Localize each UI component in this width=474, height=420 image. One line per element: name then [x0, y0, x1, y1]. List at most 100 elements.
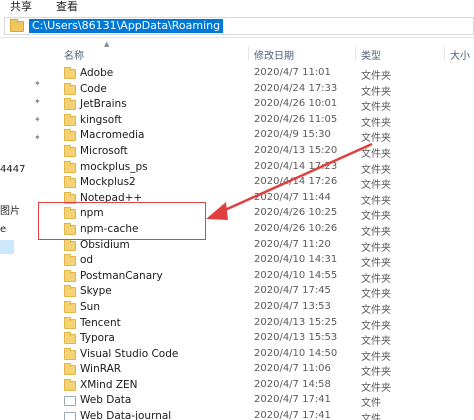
file-icon — [64, 412, 76, 420]
file-name: Web Data-journal — [80, 410, 172, 420]
folder-icon — [64, 269, 76, 282]
folder-icon — [64, 82, 76, 95]
file-row[interactable]: kingsoft 2020/4/26 11:05 文件夹 — [52, 113, 474, 129]
nav-item[interactable]: 4447 — [0, 164, 25, 175]
file-row[interactable]: XMind ZEN 2020/4/7 14:58 文件夹 — [52, 378, 474, 394]
nav-item[interactable]: 图片 — [0, 202, 20, 217]
folder-icon — [64, 98, 76, 111]
pin-icon[interactable]: ✦ — [34, 80, 42, 88]
column-separator[interactable] — [248, 46, 249, 60]
file-row[interactable]: WinRAR 2020/4/7 11:06 文件夹 — [52, 362, 474, 378]
file-type: 文件夹 — [361, 117, 391, 129]
nav-item-selected[interactable] — [0, 240, 14, 254]
folder-icon — [64, 332, 76, 345]
address-bar: C:\Users\86131\AppData\Roaming — [0, 14, 474, 38]
file-row[interactable]: Adobe 2020/4/7 11:01 文件夹 — [52, 66, 474, 82]
folder-icon — [64, 378, 76, 391]
file-row[interactable]: mockplus_ps 2020/4/14 17:23 文件夹 — [52, 160, 474, 176]
file-type: 文件夹 — [361, 351, 391, 363]
file-type: 文件夹 — [361, 242, 391, 254]
file-row[interactable]: Visual Studio Code 2020/4/10 14:50 文件夹 — [52, 347, 474, 363]
file-type: 文件夹 — [361, 71, 391, 82]
file-name: mockplus_ps — [80, 160, 148, 173]
nav-item[interactable]: e — [0, 224, 6, 235]
folder-icon — [64, 144, 76, 157]
file-type: 文件夹 — [361, 382, 391, 394]
column-separator[interactable] — [355, 46, 356, 60]
column-name[interactable]: 名称 — [64, 47, 84, 62]
file-date: 2020/4/7 13:53 — [254, 300, 331, 312]
file-type: 文件夹 — [361, 195, 391, 207]
file-type: 文件 — [361, 398, 381, 410]
file-row[interactable]: Typora 2020/4/13 15:53 文件夹 — [52, 331, 474, 347]
file-name: Skype — [80, 285, 112, 298]
file-row[interactable]: Tencent 2020/4/13 15:25 文件夹 — [52, 316, 474, 332]
file-name: Mockplus2 — [80, 176, 136, 189]
file-row[interactable]: JetBrains 2020/4/26 10:01 文件夹 — [52, 97, 474, 113]
file-type: 文件夹 — [361, 273, 391, 285]
file-date: 2020/4/13 15:53 — [254, 332, 338, 344]
file-type: 文件夹 — [361, 180, 391, 192]
file-date: 2020/4/7 11:20 — [254, 238, 331, 250]
file-type: 文件夹 — [361, 320, 391, 332]
file-date: 2020/4/10 14:50 — [254, 347, 338, 359]
file-name: Code — [80, 82, 107, 95]
file-date: 2020/4/7 11:44 — [254, 191, 331, 203]
ribbon-tab-view[interactable]: 查看 — [56, 0, 78, 14]
file-name: Visual Studio Code — [80, 347, 179, 360]
file-row[interactable]: Sun 2020/4/7 13:53 文件夹 — [52, 300, 474, 316]
folder-icon — [64, 67, 76, 79]
file-name: PostmanCanary — [80, 269, 163, 282]
file-name: Tencent — [80, 316, 121, 329]
file-type: 文件夹 — [361, 289, 391, 301]
ribbon-tab-share[interactable]: 共享 — [10, 0, 32, 14]
folder-icon — [64, 113, 76, 126]
file-row[interactable]: Mockplus2 2020/4/14 17:26 文件夹 — [52, 175, 474, 191]
column-size[interactable]: 大小 — [450, 47, 470, 62]
file-name: Macromedia — [80, 129, 145, 142]
file-type: 文件 — [361, 414, 381, 420]
file-date: 2020/4/26 10:25 — [254, 207, 338, 219]
file-row[interactable]: Web Data 2020/4/7 17:41 文件 — [52, 393, 474, 409]
pin-icon[interactable]: ✦ — [34, 134, 42, 142]
pin-icon[interactable]: ✦ — [34, 116, 42, 124]
file-type: 文件夹 — [361, 148, 391, 160]
file-type: 文件夹 — [361, 211, 391, 223]
file-name: Obsidium — [80, 238, 130, 251]
file-row[interactable]: Code 2020/4/24 17:33 文件夹 — [52, 82, 474, 98]
file-date: 2020/4/7 17:41 — [254, 394, 331, 406]
folder-icon — [64, 176, 76, 189]
address-input[interactable]: C:\Users\86131\AppData\Roaming — [4, 17, 474, 35]
file-date: 2020/4/13 15:20 — [254, 144, 338, 156]
file-date: 2020/4/7 17:45 — [254, 285, 331, 297]
pin-icon[interactable]: ✦ — [34, 98, 42, 106]
file-row[interactable]: Microsoft 2020/4/13 15:20 文件夹 — [52, 144, 474, 160]
address-path-selected[interactable]: C:\Users\86131\AppData\Roaming — [29, 19, 224, 33]
column-separator[interactable] — [444, 46, 445, 60]
file-row[interactable]: od 2020/4/10 14:31 文件夹 — [52, 253, 474, 269]
annotation-highlight-box — [38, 202, 206, 240]
file-row[interactable]: Macromedia 2020/4/9 15:30 文件夹 — [52, 128, 474, 144]
file-row[interactable]: PostmanCanary 2020/4/10 14:55 文件夹 — [52, 269, 474, 285]
file-date: 2020/4/7 14:58 — [254, 378, 331, 390]
file-type: 文件夹 — [361, 102, 391, 114]
folder-icon — [64, 160, 76, 173]
file-date: 2020/4/14 17:23 — [254, 160, 338, 172]
file-name: Microsoft — [80, 144, 128, 157]
column-type[interactable]: 类型 — [361, 47, 381, 62]
file-name: JetBrains — [80, 98, 127, 111]
file-icon — [64, 396, 76, 407]
file-date: 2020/4/26 10:26 — [254, 222, 338, 234]
folder-icon — [64, 129, 76, 142]
file-date: 2020/4/14 17:26 — [254, 176, 338, 188]
folder-icon — [64, 238, 76, 251]
folder-icon — [64, 254, 76, 267]
file-row[interactable]: Web Data-journal 2020/4/7 17:41 文件 — [52, 409, 474, 420]
file-date: 2020/4/26 11:05 — [254, 113, 338, 125]
file-type: 文件夹 — [361, 367, 391, 379]
file-row[interactable]: Skype 2020/4/7 17:45 文件夹 — [52, 284, 474, 300]
column-date[interactable]: 修改日期 — [254, 47, 294, 62]
folder-icon — [64, 347, 76, 360]
file-date: 2020/4/7 11:01 — [254, 67, 331, 78]
file-name: WinRAR — [80, 363, 122, 376]
